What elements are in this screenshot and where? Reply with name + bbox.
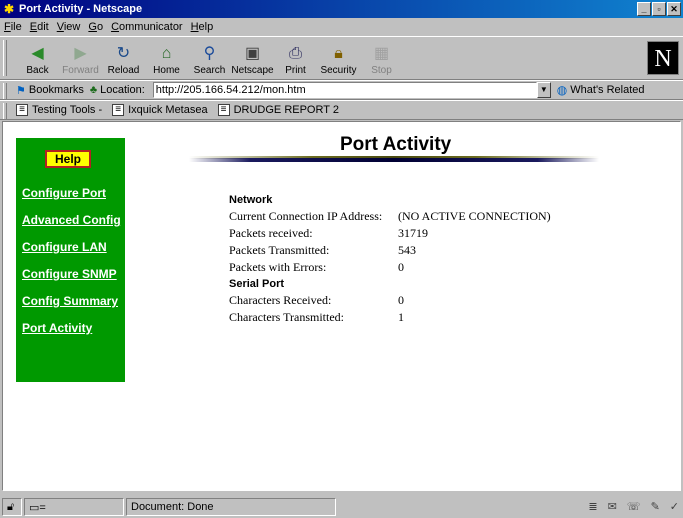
- print-icon: ⎙: [289, 45, 302, 62]
- discussions-icon[interactable]: ☏: [627, 500, 641, 513]
- nav-advanced-config[interactable]: Advanced Config: [22, 213, 121, 227]
- maximize-icon[interactable]: ▫: [652, 2, 666, 16]
- composer-icon[interactable]: ✎: [651, 500, 660, 513]
- stat-row: Characters Transmitted: 1: [229, 310, 404, 324]
- netscape-button[interactable]: ▣ Netscape: [231, 39, 274, 79]
- stop-icon: ▦: [373, 45, 390, 62]
- location-label: ♣ Location:: [89, 84, 145, 96]
- nav-configure-lan[interactable]: Configure LAN: [22, 240, 107, 254]
- menu-bar: File Edit View Go Communicator Help: [0, 18, 683, 36]
- menu-view[interactable]: View: [57, 21, 81, 33]
- home-icon: ⌂: [161, 45, 172, 62]
- help-button[interactable]: Help: [45, 150, 91, 168]
- bookmark-page-icon: ≡: [112, 104, 125, 116]
- navigator-icon[interactable]: ≣: [588, 500, 597, 513]
- chevron-down-icon[interactable]: ▼: [536, 82, 551, 98]
- page-content: Help Configure Port Advanced Config Conf…: [2, 121, 681, 491]
- netscape-icon: ▣: [244, 45, 261, 62]
- bookmark-page-icon: ≡: [217, 104, 230, 116]
- window-controls: _ ▫ ✕: [637, 2, 681, 16]
- navigation-toolbar: ◀ Back ▶ Forward ↻ Reload ⌂ Home ⚲ Searc…: [0, 36, 683, 80]
- menu-file[interactable]: File: [4, 21, 22, 33]
- stats-block: Network Current Connection IP Address: (…: [229, 192, 551, 326]
- forward-arrow-icon: ▶: [74, 45, 87, 62]
- menu-edit[interactable]: Edit: [30, 21, 49, 33]
- window-title: Port Activity - Netscape: [19, 3, 143, 15]
- location-toolbar: ⚑ Bookmarks ♣ Location: http://205.166.5…: [0, 80, 683, 100]
- checkmark-icon[interactable]: ✓: [670, 500, 679, 513]
- menu-communicator[interactable]: Communicator: [111, 21, 183, 33]
- nav-configure-snmp[interactable]: Configure SNMP: [22, 267, 117, 281]
- status-bar: 🔓︎ ▭= Document: Done ≣ ✉ ☏ ✎ ✓: [0, 496, 683, 518]
- home-button[interactable]: ⌂ Home: [145, 39, 188, 79]
- reload-button[interactable]: ↻ Reload: [102, 39, 145, 79]
- reload-icon: ↻: [116, 45, 131, 62]
- back-arrow-icon: ◀: [31, 45, 44, 62]
- security-lock-icon[interactable]: 🔓︎: [2, 498, 22, 516]
- personal-grip[interactable]: [3, 103, 7, 119]
- bookmarks-button[interactable]: ⚑ Bookmarks: [16, 84, 84, 97]
- minimize-icon[interactable]: _: [637, 2, 651, 16]
- progress-indicator: ▭=: [24, 498, 124, 516]
- stat-row: Packets with Errors: 0: [229, 260, 404, 274]
- print-button[interactable]: ⎙ Print: [274, 39, 317, 79]
- toolbar-grip[interactable]: [3, 40, 7, 76]
- stat-row: Current Connection IP Address: (NO ACTIV…: [229, 209, 551, 223]
- bookmarks-icon: ⚑: [16, 84, 26, 97]
- component-bar: ≣ ✉ ☏ ✎ ✓: [588, 500, 679, 513]
- pers-item-ixquick[interactable]: ≡ Ixquick Metasea: [112, 104, 208, 116]
- stat-row: Characters Received: 0: [229, 293, 404, 307]
- related-icon: ◍: [556, 83, 568, 97]
- title-rule: [189, 158, 599, 162]
- menu-go[interactable]: Go: [88, 21, 103, 33]
- network-heading: Network: [229, 194, 273, 206]
- stat-row: Packets received: 31719: [229, 226, 428, 240]
- menu-help[interactable]: Help: [191, 21, 214, 33]
- security-icon: 🔒︎: [334, 45, 343, 62]
- mail-icon[interactable]: ✉: [608, 500, 617, 513]
- status-text: Document: Done: [126, 498, 336, 516]
- whats-related-button[interactable]: ◍ What's Related: [557, 83, 645, 97]
- pers-item-testing-tools[interactable]: ≡ Testing Tools -: [16, 104, 102, 116]
- nav-config-summary[interactable]: Config Summary: [22, 294, 118, 308]
- location-grip[interactable]: [3, 83, 7, 99]
- sidebar: Help Configure Port Advanced Config Conf…: [16, 138, 125, 382]
- search-button[interactable]: ⚲ Search: [188, 39, 231, 79]
- security-button[interactable]: 🔒︎ Security: [317, 39, 360, 79]
- bookmark-page-icon: ≡: [16, 104, 28, 116]
- forward-button[interactable]: ▶ Forward: [59, 39, 102, 79]
- url-field[interactable]: http://205.166.54.212/mon.htm: [152, 82, 537, 98]
- back-button[interactable]: ◀ Back: [16, 39, 59, 79]
- pers-item-drudge[interactable]: ≡ DRUDGE REPORT 2: [217, 104, 339, 116]
- location-icon: ♣: [89, 84, 98, 96]
- search-icon: ⚲: [203, 45, 216, 62]
- serial-heading: Serial Port: [229, 278, 285, 290]
- window-titlebar: ✱ Port Activity - Netscape _ ▫ ✕: [0, 0, 683, 18]
- stat-row: Packets Transmitted: 543: [229, 243, 416, 257]
- nav-port-activity[interactable]: Port Activity: [22, 321, 92, 335]
- page-title: Port Activity: [340, 134, 452, 155]
- netscape-logo[interactable]: N: [647, 41, 679, 75]
- close-icon[interactable]: ✕: [667, 2, 681, 16]
- personal-toolbar: ≡ Testing Tools - ≡ Ixquick Metasea ≡ DR…: [0, 100, 683, 120]
- stop-button[interactable]: ▦ Stop: [360, 39, 403, 79]
- nav-configure-port[interactable]: Configure Port: [22, 186, 106, 200]
- netscape-app-icon: ✱: [3, 2, 15, 16]
